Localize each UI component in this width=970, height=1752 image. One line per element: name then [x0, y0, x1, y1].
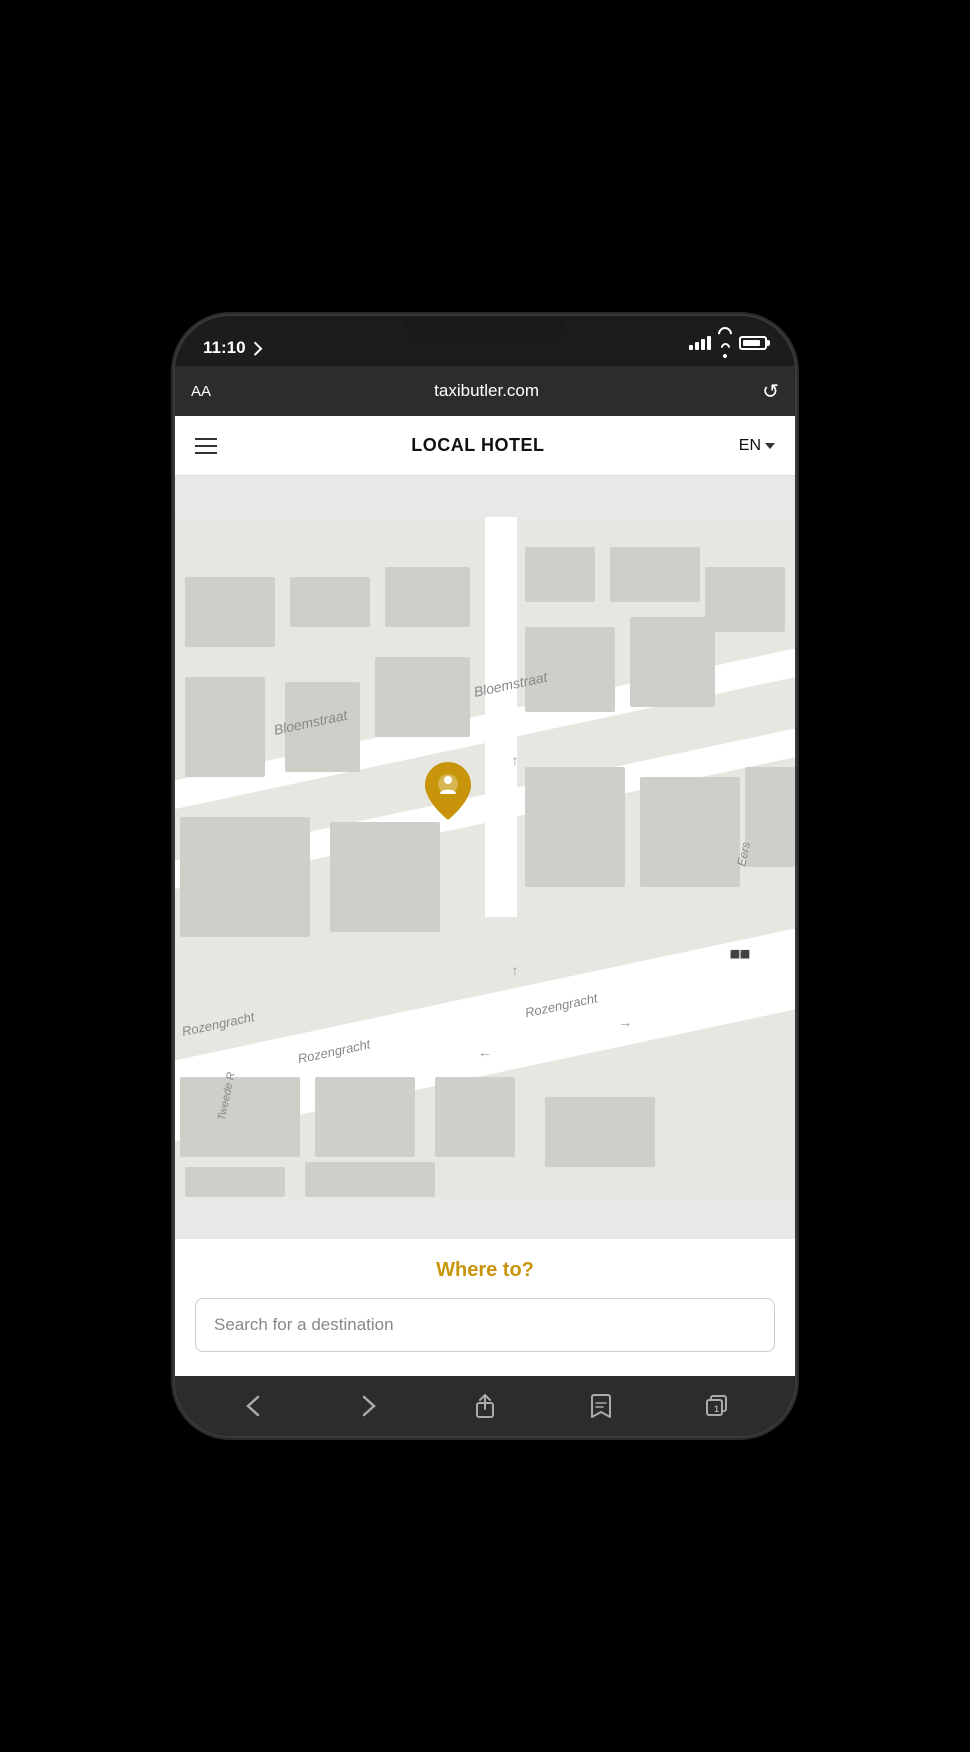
- phone-frame: 11:10 AA taxibutler.com ↺: [175, 316, 795, 1436]
- tabs-button[interactable]: 1: [692, 1386, 742, 1426]
- location-pin: [422, 760, 474, 827]
- back-button[interactable]: [228, 1386, 278, 1426]
- share-button[interactable]: [460, 1386, 510, 1426]
- hamburger-menu-button[interactable]: [195, 438, 217, 454]
- search-placeholder: Search for a destination: [214, 1315, 394, 1335]
- notch: [405, 316, 565, 344]
- nav-bar: LOCAL HOTEL EN: [175, 416, 795, 476]
- chevron-down-icon: [765, 443, 775, 449]
- language-label: EN: [739, 437, 761, 455]
- time-label: 11:10: [203, 338, 246, 358]
- svg-text:↑: ↑: [512, 962, 519, 978]
- svg-text:←: ←: [478, 1044, 492, 1060]
- browser-url[interactable]: taxibutler.com: [223, 381, 750, 401]
- forward-button[interactable]: [344, 1386, 394, 1426]
- app-content: LOCAL HOTEL EN: [175, 416, 795, 1376]
- location-arrow-icon: [248, 342, 262, 356]
- where-to-title: Where to?: [195, 1259, 775, 1282]
- signal-icon: [689, 336, 711, 350]
- bookmarks-button[interactable]: [576, 1386, 626, 1426]
- map-area[interactable]: ↑ ↑ ← → Bloemstraat Bloemstraat Rozengra…: [175, 476, 795, 1238]
- map-svg: ↑ ↑ ← → Bloemstraat Bloemstraat Rozengra…: [175, 476, 795, 1238]
- status-time: 11:10: [203, 338, 261, 358]
- language-selector[interactable]: EN: [739, 437, 775, 455]
- status-icons: [689, 327, 767, 358]
- bottom-nav: 1: [175, 1376, 795, 1436]
- search-box[interactable]: Search for a destination: [195, 1298, 775, 1352]
- wifi-icon: [718, 327, 732, 358]
- svg-text:1: 1: [714, 1404, 719, 1414]
- browser-refresh-button[interactable]: ↺: [762, 379, 779, 404]
- app-title: LOCAL HOTEL: [411, 435, 544, 456]
- svg-text:→: →: [618, 1014, 632, 1030]
- browser-aa-button[interactable]: AA: [191, 383, 211, 400]
- svg-text:↑: ↑: [512, 752, 519, 768]
- svg-text:⬛⬛: ⬛⬛: [730, 949, 750, 959]
- battery-icon: [739, 336, 767, 350]
- browser-bar: AA taxibutler.com ↺: [175, 366, 795, 416]
- bottom-panel: Where to? Search for a destination: [175, 1238, 795, 1376]
